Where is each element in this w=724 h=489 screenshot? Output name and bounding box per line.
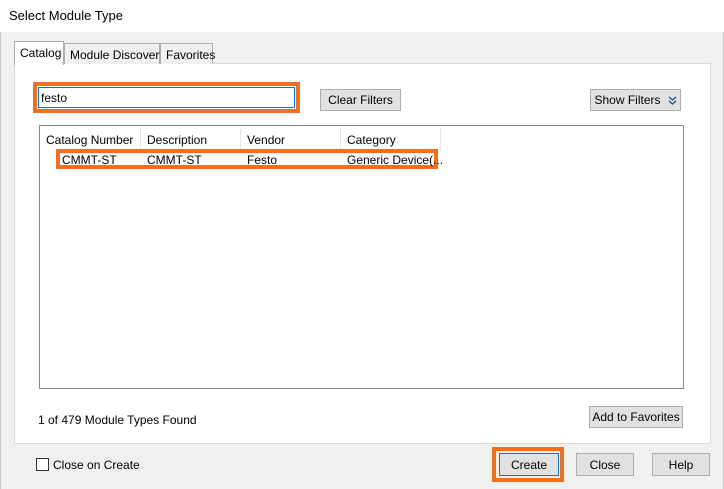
cell-catalog-number: CMMT-ST [62, 153, 117, 167]
tab-favorites[interactable]: Favorites [160, 43, 215, 64]
column-header-category[interactable]: Category [341, 127, 441, 151]
close-on-create-checkbox[interactable] [36, 458, 49, 471]
add-to-favorites-button[interactable]: Add to Favorites [589, 406, 683, 428]
window-title: Select Module Type [9, 8, 123, 23]
show-filters-button[interactable]: Show Filters [590, 89, 681, 111]
clear-filters-button[interactable]: Clear Filters [320, 89, 401, 111]
column-header-vendor[interactable]: Vendor [241, 127, 341, 151]
column-header-description[interactable]: Description [141, 127, 241, 151]
tab-module-discovery[interactable]: Module Discovery [64, 43, 165, 64]
close-button[interactable]: Close [576, 453, 634, 476]
search-input[interactable] [38, 87, 295, 108]
tab-catalog[interactable]: Catalog [14, 41, 64, 65]
window-border-left [0, 32, 1, 489]
cell-description: CMMT-ST [147, 153, 202, 167]
help-button[interactable]: Help [652, 453, 710, 476]
cell-category: Generic Device(... [347, 153, 444, 167]
cell-vendor: Festo [247, 153, 278, 167]
close-on-create-label: Close on Create [53, 458, 140, 472]
show-filters-label: Show Filters [594, 93, 661, 107]
column-header-catalog-number[interactable]: Catalog Number [40, 127, 141, 151]
create-button[interactable]: Create [499, 453, 559, 476]
double-chevron-down-icon [668, 96, 676, 105]
results-count-text: 1 of 479 Module Types Found [38, 413, 197, 427]
